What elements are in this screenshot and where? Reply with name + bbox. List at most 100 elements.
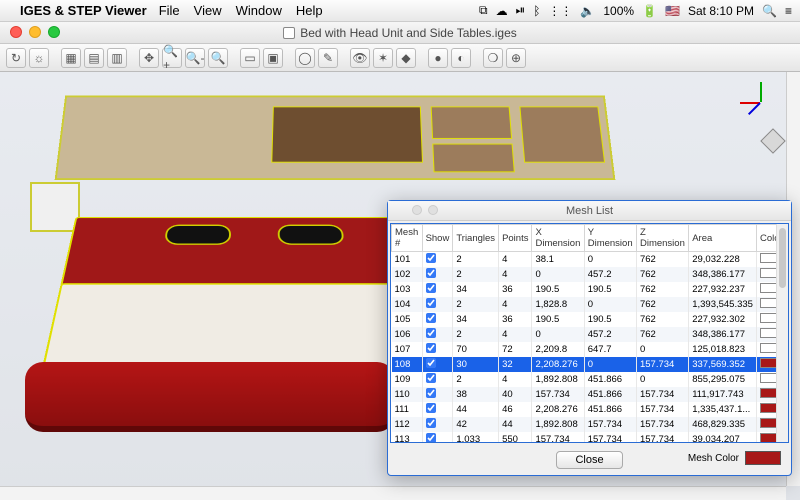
annotate-tool[interactable]: ✎: [318, 48, 338, 68]
mesh-color-swatch[interactable]: [745, 451, 781, 465]
table-cell: 111: [392, 402, 423, 417]
bluetooth-icon[interactable]: ᛒ: [533, 4, 540, 18]
menu-window[interactable]: Window: [236, 3, 282, 18]
sphere-button[interactable]: ●: [428, 48, 448, 68]
show-checkbox[interactable]: [426, 358, 436, 368]
show-checkbox[interactable]: [426, 328, 436, 338]
clock[interactable]: Sat 8:10 PM: [688, 4, 754, 18]
table-cell: 2,209.8: [532, 342, 584, 357]
minimize-window-button[interactable]: [29, 26, 41, 38]
flag-icon[interactable]: 🇺🇸: [665, 4, 680, 18]
table-cell: 157.734: [636, 357, 688, 372]
measure-tool[interactable]: ◯: [295, 48, 315, 68]
show-checkbox[interactable]: [426, 268, 436, 278]
volume-icon[interactable]: 🔈: [580, 4, 595, 18]
fit-view-button[interactable]: ✥: [139, 48, 159, 68]
table-cell: 0: [532, 327, 584, 342]
table-row[interactable]: 1131,033550157.734157.734157.73439,034.2…: [392, 432, 788, 443]
table-cell: 4: [499, 297, 532, 312]
table-row[interactable]: 1012438.1076229,032.228: [392, 252, 788, 268]
orbit-tool[interactable]: ↻: [6, 48, 26, 68]
table-row[interactable]: 10770722,209.8647.70125,018.823: [392, 342, 788, 357]
dialog-close-button[interactable]: [396, 205, 406, 215]
table-cell: 42: [453, 417, 499, 432]
viewport-hscrollbar[interactable]: [0, 486, 786, 500]
table-row[interactable]: 11242441,892.808157.734157.734468,829.33…: [392, 417, 788, 432]
playback-icon[interactable]: ⏯: [516, 3, 526, 18]
close-button[interactable]: Close: [556, 451, 622, 469]
dropbox-icon[interactable]: ⧉: [479, 3, 488, 18]
shade-solid-button[interactable]: ▣: [263, 48, 283, 68]
cloud-icon[interactable]: ☁︎: [496, 4, 508, 18]
menu-help[interactable]: Help: [296, 3, 323, 18]
settings-button[interactable]: ⊕: [506, 48, 526, 68]
table-row[interactable]: 10830322,208.2760157.734337,569.352: [392, 357, 788, 372]
shade-wire-button[interactable]: ▭: [240, 48, 260, 68]
column-header[interactable]: Show: [422, 225, 453, 252]
column-header[interactable]: Triangles: [453, 225, 499, 252]
dialog-zoom-button: [428, 205, 438, 215]
show-checkbox[interactable]: [426, 283, 436, 293]
show-checkbox[interactable]: [426, 403, 436, 413]
show-checkbox[interactable]: [426, 388, 436, 398]
battery-icon[interactable]: 🔋: [642, 4, 657, 18]
view-side-button[interactable]: ▤: [84, 48, 104, 68]
dialog-titlebar[interactable]: Mesh List: [388, 201, 791, 221]
table-cell: 227,932.237: [689, 282, 757, 297]
zoom-window-button[interactable]: [48, 26, 60, 38]
close-window-button[interactable]: [10, 26, 22, 38]
battery-percent[interactable]: 100%: [603, 4, 634, 18]
show-checkbox[interactable]: [426, 433, 436, 443]
menu-file[interactable]: File: [159, 3, 180, 18]
spotlight-icon[interactable]: 🔍: [762, 4, 777, 18]
scrollbar-thumb[interactable]: [779, 228, 786, 288]
column-header[interactable]: Z Dimension: [636, 225, 688, 252]
table-row[interactable]: 104241,828.807621,393,545.335: [392, 297, 788, 312]
column-header[interactable]: X Dimension: [532, 225, 584, 252]
visibility-button[interactable]: 👁: [350, 48, 370, 68]
view-top-button[interactable]: ▥: [107, 48, 127, 68]
window-titlebar: Bed with Head Unit and Side Tables.iges: [0, 22, 800, 44]
highlight-button[interactable]: ✶: [373, 48, 393, 68]
table-row[interactable]: 102240457.2762348,386.177: [392, 267, 788, 282]
isolate-button[interactable]: ◆: [396, 48, 416, 68]
show-checkbox[interactable]: [426, 418, 436, 428]
column-header[interactable]: Area: [689, 225, 757, 252]
table-cell: 647.7: [584, 342, 636, 357]
show-checkbox[interactable]: [426, 253, 436, 263]
table-row[interactable]: 1053436190.5190.5762227,932.302: [392, 312, 788, 327]
table-scrollbar[interactable]: [776, 224, 788, 442]
half-button[interactable]: ◐: [451, 48, 471, 68]
table-cell: 113: [392, 432, 423, 443]
table-cell: 1,393,545.335: [689, 297, 757, 312]
table-cell: 762: [636, 267, 688, 282]
wifi-icon[interactable]: ⋮⋮: [548, 4, 572, 18]
table-cell: 190.5: [532, 312, 584, 327]
show-checkbox[interactable]: [426, 313, 436, 323]
view-front-button[interactable]: ▦: [61, 48, 81, 68]
table-cell: 38.1: [532, 252, 584, 268]
table-cell: 44: [453, 402, 499, 417]
show-checkbox[interactable]: [426, 373, 436, 383]
show-checkbox[interactable]: [426, 298, 436, 308]
show-checkbox[interactable]: [426, 343, 436, 353]
column-header[interactable]: Mesh #: [392, 225, 423, 252]
zoom-tool[interactable]: 🔍: [208, 48, 228, 68]
table-row[interactable]: 11144462,208.276451.866157.7341,335,437.…: [392, 402, 788, 417]
zoom-in-button[interactable]: 🔍+: [162, 48, 182, 68]
app-name[interactable]: IGES & STEP Viewer: [20, 3, 147, 18]
table-cell: 157.734: [532, 387, 584, 402]
menu-view[interactable]: View: [194, 3, 222, 18]
window-title: Bed with Head Unit and Side Tables.iges: [300, 26, 517, 40]
table-row[interactable]: 1033436190.5190.5762227,932.237: [392, 282, 788, 297]
notification-center-icon[interactable]: ≡: [785, 4, 792, 18]
axis-gizmo[interactable]: [740, 82, 780, 122]
zoom-out-button[interactable]: 🔍-: [185, 48, 205, 68]
info-button[interactable]: ❍: [483, 48, 503, 68]
table-row[interactable]: 109241,892.808451.8660855,295.075: [392, 372, 788, 387]
column-header[interactable]: Y Dimension: [584, 225, 636, 252]
light-tool[interactable]: ☼: [29, 48, 49, 68]
column-header[interactable]: Points: [499, 225, 532, 252]
table-row[interactable]: 1103840157.734451.866157.734111,917.743: [392, 387, 788, 402]
table-row[interactable]: 106240457.2762348,386.177: [392, 327, 788, 342]
